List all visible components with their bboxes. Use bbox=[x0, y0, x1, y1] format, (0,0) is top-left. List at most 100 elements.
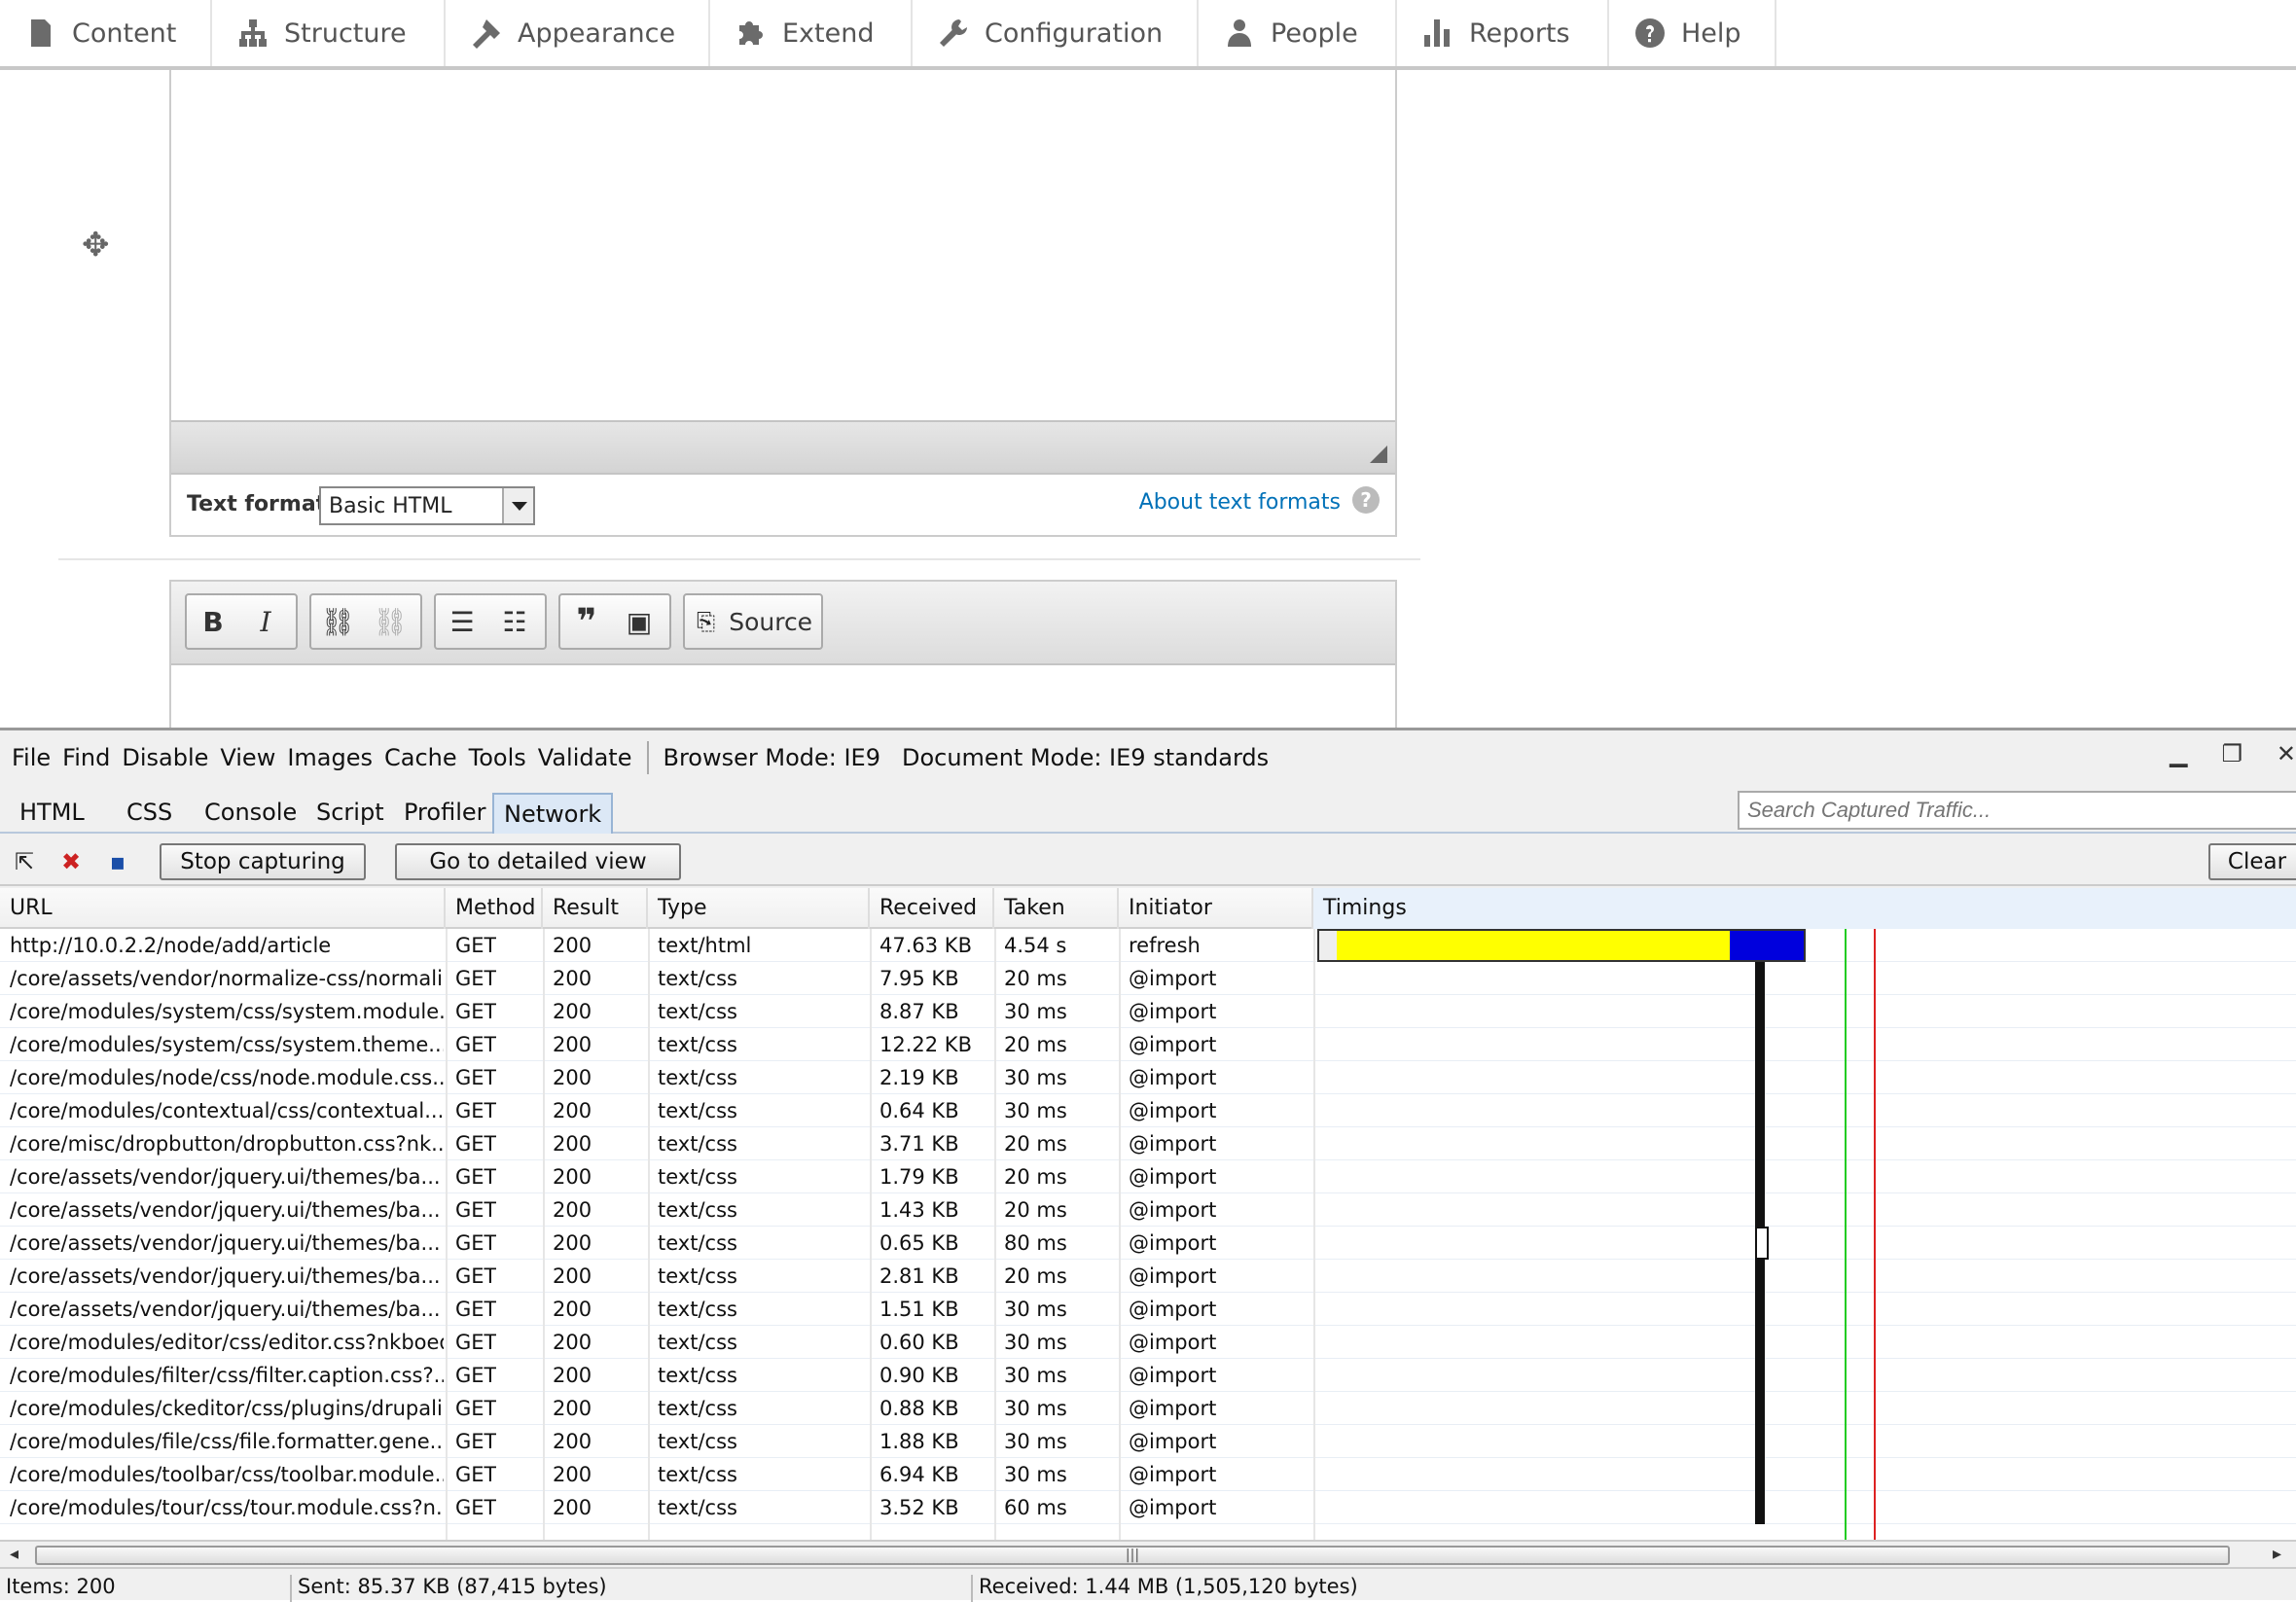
table-row[interactable]: /core/modules/system/css/system.module..… bbox=[0, 995, 2296, 1028]
table-row[interactable]: /core/assets/vendor/normalize-css/normal… bbox=[0, 962, 2296, 995]
row-taken: 20 ms bbox=[1004, 1033, 1067, 1056]
column-taken[interactable]: Taken bbox=[994, 888, 1119, 929]
table-row[interactable]: /core/modules/node/css/node.module.css..… bbox=[0, 1061, 2296, 1094]
timing-wait-bar bbox=[1317, 929, 1339, 962]
select-pointer-icon[interactable]: ⇱ bbox=[10, 847, 39, 876]
document-mode-menu[interactable]: Document Mode: IE9 standards bbox=[880, 744, 1269, 771]
stop-capturing-button[interactable]: Stop capturing bbox=[160, 843, 366, 880]
browser-mode-menu[interactable]: Browser Mode: IE9 bbox=[659, 744, 880, 771]
restore-icon[interactable]: ❐ bbox=[2209, 740, 2242, 767]
scrollbar-thumb[interactable]: ||| bbox=[35, 1546, 2230, 1565]
numbered-list-icon[interactable]: ☷ bbox=[488, 595, 541, 648]
toolbar-item-help[interactable]: Help bbox=[1609, 0, 1776, 66]
table-row[interactable]: http://10.0.2.2/node/add/article GET 200 te… bbox=[0, 929, 2296, 962]
row-url: /core/modules/system/css/system.theme...… bbox=[10, 1033, 444, 1056]
tab-profiler[interactable]: Profiler bbox=[394, 793, 496, 834]
row-initiator: @import bbox=[1129, 1231, 1217, 1255]
menu-images[interactable]: Images bbox=[275, 744, 373, 771]
body-editor-area[interactable] bbox=[171, 70, 1395, 420]
table-row[interactable]: /core/modules/editor/css/editor.css?nkbo… bbox=[0, 1326, 2296, 1359]
menu-file[interactable]: File bbox=[0, 744, 51, 771]
link-icon[interactable]: ⛓ bbox=[311, 595, 364, 648]
clear-button[interactable]: Clear bbox=[2208, 843, 2296, 880]
row-url: /core/modules/ckeditor/css/plugins/drupa… bbox=[10, 1397, 444, 1420]
menu-validate[interactable]: Validate bbox=[526, 744, 632, 771]
toolbar-item-appearance[interactable]: Appearance bbox=[446, 0, 710, 66]
table-row[interactable]: /core/modules/tour/css/tour.module.css?n… bbox=[0, 1491, 2296, 1524]
blockquote-icon[interactable]: ❞ bbox=[560, 595, 613, 648]
column-initiator[interactable]: Initiator bbox=[1119, 888, 1313, 929]
table-row[interactable]: /core/modules/toolbar/css/toolbar.module… bbox=[0, 1458, 2296, 1491]
table-row[interactable]: /core/modules/contextual/css/contextual.… bbox=[0, 1094, 2296, 1127]
table-row[interactable]: /core/modules/system/css/system.theme...… bbox=[0, 1028, 2296, 1061]
table-row[interactable]: /core/misc/dropbutton/dropbutton.css?nk.… bbox=[0, 1127, 2296, 1160]
go-to-detailed-view-button[interactable]: Go to detailed view bbox=[395, 843, 681, 880]
status-items: Items: 200 bbox=[0, 1575, 292, 1602]
table-row[interactable]: /core/modules/file/css/file.formatter.ge… bbox=[0, 1425, 2296, 1458]
page-content: ✥ Text format Basic HTML About text form… bbox=[0, 70, 2296, 728]
help-question-icon[interactable]: ? bbox=[1352, 486, 1380, 514]
toolbar-item-content[interactable]: Content bbox=[0, 0, 212, 66]
clear-cache-icon[interactable]: ✖ bbox=[56, 847, 86, 876]
menu-find[interactable]: Find bbox=[51, 744, 110, 771]
network-action-bar: ⇱ ✖ ▪ Stop capturing Go to detailed view… bbox=[0, 836, 2296, 886]
body-editor: Text format Basic HTML About text format… bbox=[169, 70, 1397, 537]
search-captured-traffic-input[interactable] bbox=[1738, 791, 2296, 830]
column-url[interactable]: URL bbox=[0, 888, 446, 929]
row-method: GET bbox=[455, 1033, 497, 1056]
table-row[interactable]: /core/assets/vendor/jquery.ui/themes/ba.… bbox=[0, 1227, 2296, 1260]
tab-console[interactable]: Console bbox=[195, 793, 306, 834]
close-icon[interactable]: ✕ bbox=[2265, 740, 2296, 767]
italic-button[interactable]: I bbox=[239, 595, 292, 648]
scroll-left-icon[interactable]: ◂ bbox=[10, 1544, 18, 1564]
source-button[interactable]: ⎘ Source bbox=[683, 593, 823, 650]
toolbar-item-structure[interactable]: Structure bbox=[212, 0, 446, 66]
image-icon[interactable]: ▣ bbox=[613, 595, 665, 648]
toolbar-item-extend[interactable]: Extend bbox=[710, 0, 913, 66]
scroll-right-icon[interactable]: ▸ bbox=[2273, 1544, 2281, 1564]
text-format-select[interactable]: Basic HTML bbox=[319, 486, 535, 525]
save-icon[interactable]: ▪ bbox=[103, 847, 132, 876]
row-type: text/css bbox=[658, 1397, 737, 1420]
drag-handle-icon[interactable]: ✥ bbox=[82, 226, 110, 265]
resize-handle-icon[interactable] bbox=[1370, 445, 1387, 463]
row-method: GET bbox=[455, 1099, 497, 1122]
toolbar-item-configuration[interactable]: Configuration bbox=[913, 0, 1199, 66]
chevron-down-icon[interactable] bbox=[502, 488, 533, 523]
unlink-icon[interactable]: ⛓ bbox=[364, 595, 416, 648]
table-row[interactable]: /core/assets/vendor/jquery.ui/themes/ba.… bbox=[0, 1293, 2296, 1326]
tab-script[interactable]: Script bbox=[306, 793, 394, 834]
column-timings[interactable]: Timings bbox=[1313, 888, 2296, 929]
menu-view[interactable]: View bbox=[208, 744, 275, 771]
table-row[interactable]: /core/modules/ckeditor/css/plugins/drupa… bbox=[0, 1392, 2296, 1425]
timing-tick bbox=[1755, 1094, 1765, 1127]
menu-cache[interactable]: Cache bbox=[373, 744, 457, 771]
column-type[interactable]: Type bbox=[648, 888, 870, 929]
row-received: 1.43 KB bbox=[879, 1198, 959, 1222]
column-received[interactable]: Received bbox=[870, 888, 994, 929]
menu-tools[interactable]: Tools bbox=[457, 744, 526, 771]
row-received: 0.64 KB bbox=[879, 1099, 959, 1122]
table-row[interactable]: /core/assets/vendor/jquery.ui/themes/ba.… bbox=[0, 1260, 2296, 1293]
toolbar-item-reports[interactable]: Reports bbox=[1397, 0, 1609, 66]
horizontal-scrollbar[interactable]: ◂ ||| ▸ bbox=[0, 1540, 2296, 1567]
tab-network[interactable]: Network bbox=[492, 793, 614, 834]
row-initiator: @import bbox=[1129, 1496, 1217, 1519]
table-row[interactable]: /core/assets/vendor/jquery.ui/themes/ba.… bbox=[0, 1193, 2296, 1227]
column-method[interactable]: Method bbox=[446, 888, 543, 929]
source-icon: ⎘ bbox=[697, 608, 716, 635]
column-result[interactable]: Result bbox=[543, 888, 648, 929]
bold-button[interactable]: B bbox=[187, 595, 239, 648]
row-result: 200 bbox=[553, 1463, 592, 1486]
table-row[interactable]: /core/modules/filter/css/filter.caption.… bbox=[0, 1359, 2296, 1392]
menu-disable[interactable]: Disable bbox=[110, 744, 208, 771]
row-taken: 20 ms bbox=[1004, 967, 1067, 990]
tab-css[interactable]: CSS bbox=[117, 793, 182, 834]
toolbar-item-people[interactable]: People bbox=[1199, 0, 1397, 66]
bulleted-list-icon[interactable]: ☰ bbox=[436, 595, 488, 648]
minimize-icon[interactable]: ▁ bbox=[2158, 740, 2187, 767]
tab-html[interactable]: HTML bbox=[10, 793, 94, 834]
about-text-formats-link[interactable]: About text formats bbox=[1139, 490, 1341, 515]
timing-tick bbox=[1755, 1227, 1769, 1260]
table-row[interactable]: /core/assets/vendor/jquery.ui/themes/ba.… bbox=[0, 1160, 2296, 1193]
